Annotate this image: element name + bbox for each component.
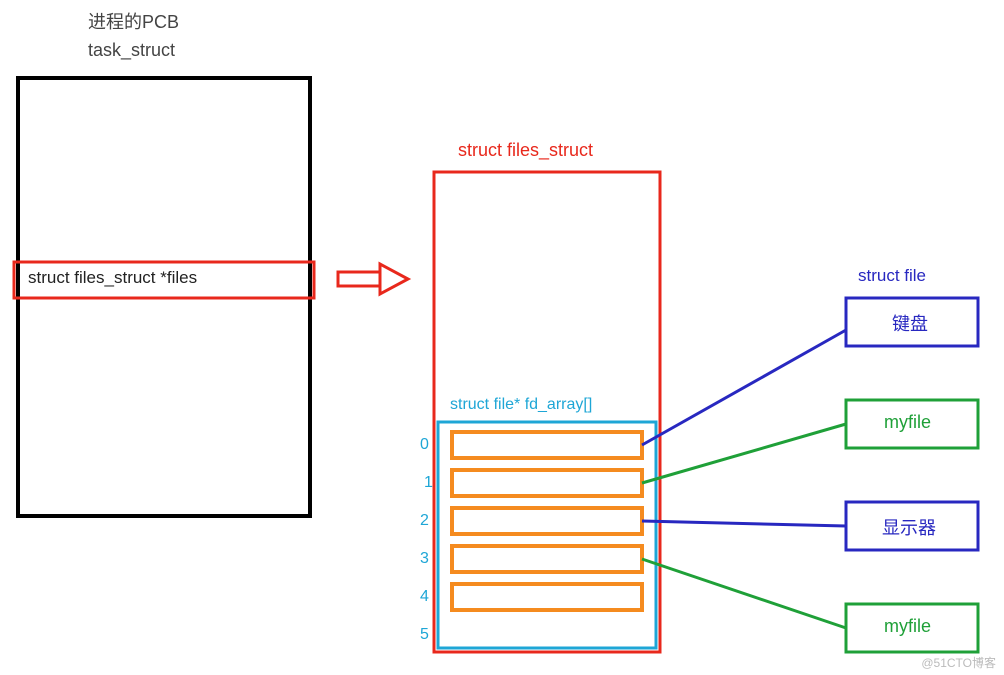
file-box-1-label: myfile <box>884 412 931 433</box>
fd-array-title: struct file* fd_array[] <box>450 396 592 414</box>
watermark: @51CTO博客 <box>921 654 996 671</box>
fd-index-0: 0 <box>420 436 429 454</box>
file-box-2-label: 显示器 <box>882 514 936 540</box>
file-box-3-label: myfile <box>884 616 931 637</box>
files-ptr-text: struct files_struct *files <box>28 268 197 288</box>
fd-index-1: 1 <box>424 474 433 492</box>
files-struct-title: struct files_struct <box>458 140 593 161</box>
file-box-0-label: 键盘 <box>892 310 928 336</box>
file-boxes <box>846 298 978 652</box>
fd-index-2: 2 <box>420 512 429 530</box>
diagram-canvas <box>0 0 1004 675</box>
fd-array-slots <box>452 432 642 610</box>
arrow-files-ptr <box>338 264 408 294</box>
pcb-title: 进程的PCB <box>88 8 179 34</box>
fd-index-5: 5 <box>420 626 429 644</box>
fd-index-4: 4 <box>420 588 429 606</box>
task-struct-label: task_struct <box>88 40 175 61</box>
connector-lines <box>642 330 846 628</box>
fd-index-3: 3 <box>420 550 429 568</box>
struct-file-title: struct file <box>858 266 926 286</box>
